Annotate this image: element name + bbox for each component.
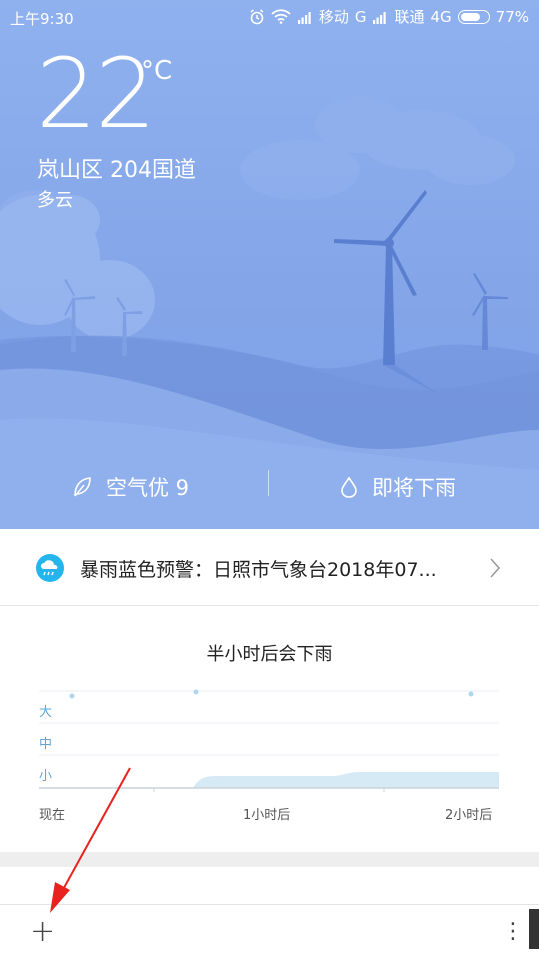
level-heavy: 大	[39, 705, 53, 720]
storm-alert-icon	[36, 554, 64, 582]
chevron-right-icon	[490, 558, 501, 578]
battery-percent: 77%	[495, 7, 529, 26]
carrier-1: 移动	[318, 8, 349, 26]
level-light: 小	[39, 769, 53, 784]
temperature: 22	[36, 38, 156, 150]
water-drop-icon	[341, 476, 357, 498]
status-bar: 上午9:30 移动 G 联通 4G 77%	[0, 0, 539, 34]
more-options-button[interactable]: ⋮	[502, 919, 524, 944]
signal-icon	[297, 11, 311, 24]
weather-condition: 多云	[37, 190, 73, 211]
leaf-icon	[74, 477, 91, 497]
rain-status-label: 即将下雨	[372, 476, 456, 500]
signal-icon	[373, 11, 387, 24]
location-name[interactable]: 岚山区 204国道	[37, 152, 196, 184]
temperature-unit: °C	[141, 56, 173, 86]
time-label-now: 现在	[39, 808, 66, 823]
alert-text: 暴雨蓝色预警：日照市气象台2018年07...	[80, 559, 437, 581]
bottom-toolbar: + ⋮	[0, 904, 539, 958]
weather-hero: 上午9:30 移动 G 联通 4G 77% 22 °C 岚山区 204国道 多云…	[0, 0, 539, 529]
weather-alert[interactable]: 暴雨蓝色预警：日照市气象台2018年07...	[0, 529, 539, 606]
time-label-1h: 1小时后	[243, 808, 291, 823]
section-divider	[0, 852, 539, 867]
carrier-1-network: G	[354, 7, 367, 26]
air-quality[interactable]: 空气优 9	[72, 472, 189, 502]
weather-metrics: 空气优 9 即将下雨	[0, 460, 539, 510]
time-label-2h: 2小时后	[445, 808, 493, 823]
carrier-2: 联通	[394, 8, 425, 26]
edge-bar	[529, 909, 539, 949]
carrier-2-network: 4G	[430, 7, 452, 26]
rain-forecast-card: 半小时后会下雨 大 中 小 现在 1小时后 2小时后	[0, 606, 539, 852]
wifi-icon	[271, 9, 291, 24]
rain-status[interactable]: 即将下雨	[340, 472, 456, 502]
alarm-icon	[250, 8, 264, 24]
metrics-divider	[268, 470, 269, 496]
air-quality-label: 空气优 9	[106, 476, 190, 500]
battery-icon	[457, 9, 490, 24]
status-time: 上午9:30	[10, 10, 74, 28]
level-medium: 中	[39, 737, 53, 752]
add-city-button[interactable]: +	[30, 917, 55, 947]
